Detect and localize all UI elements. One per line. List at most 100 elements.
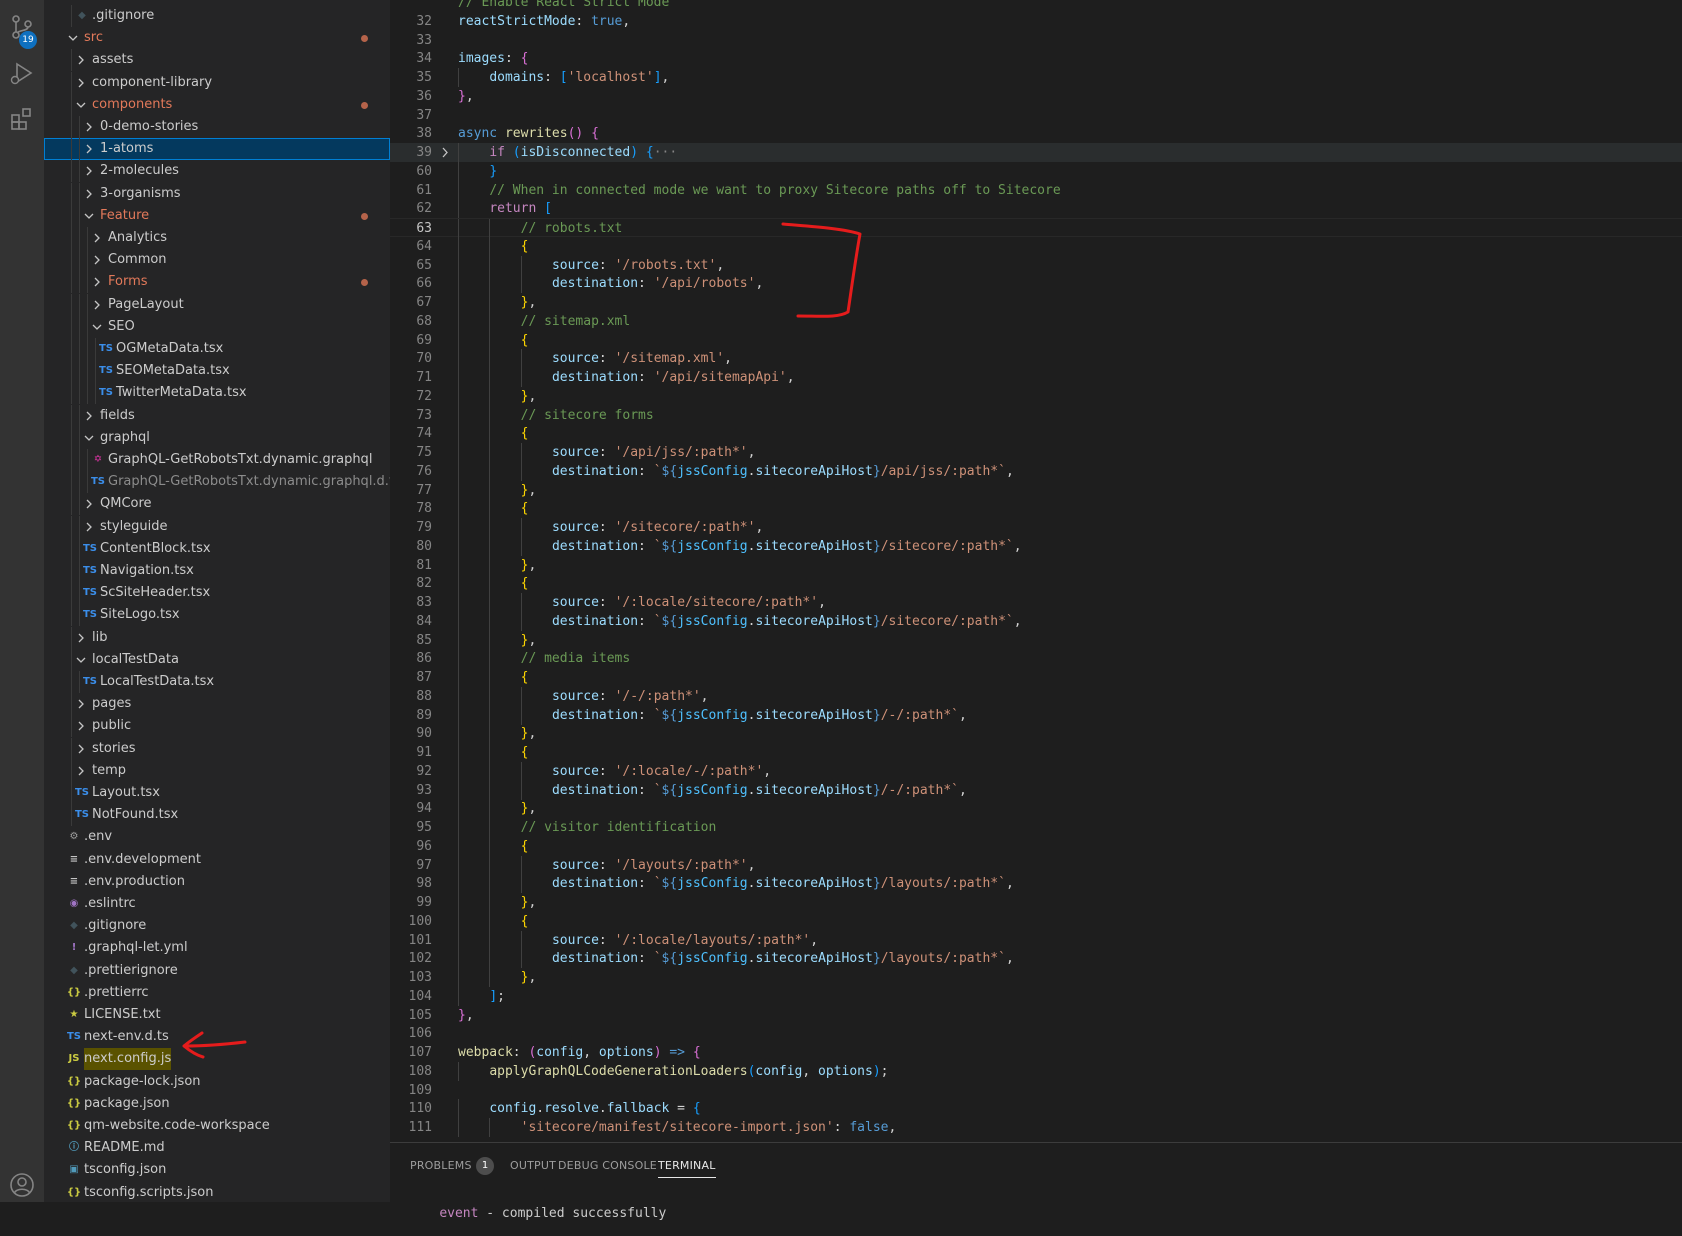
code-line[interactable]: 101 source: '/:locale/layouts/:path*',: [390, 931, 1682, 950]
code-line[interactable]: 110 config.resolve.fallback = {: [390, 1099, 1682, 1118]
tree-file-row[interactable]: ▣ tsconfig.json: [44, 1159, 390, 1181]
chevron-right-icon[interactable]: [74, 760, 88, 782]
code-line[interactable]: 99},: [390, 893, 1682, 912]
code-line[interactable]: 75 source: '/api/jss/:path*',: [390, 443, 1682, 462]
chevron-down-icon[interactable]: [66, 27, 80, 49]
chevron-right-icon[interactable]: [90, 294, 104, 316]
tree-folder-row[interactable]: src: [44, 27, 390, 49]
tree-folder-row[interactable]: component-library: [44, 72, 390, 94]
tree-folder-row[interactable]: assets: [44, 49, 390, 71]
chevron-down-icon[interactable]: [74, 94, 88, 116]
tree-file-row[interactable]: TS Layout.tsx: [44, 782, 390, 804]
tree-folder-row[interactable]: Forms: [44, 271, 390, 293]
tree-file-row[interactable]: {} .prettierrc: [44, 982, 390, 1004]
tree-file-row[interactable]: ! .graphql-let.yml: [44, 937, 390, 959]
tree-file-row[interactable]: TS Navigation.tsx: [44, 560, 390, 582]
code-line[interactable]: 81},: [390, 556, 1682, 575]
code-line[interactable]: 106: [390, 1024, 1682, 1043]
tree-folder-row[interactable]: lib: [44, 627, 390, 649]
tree-file-row[interactable]: {} package.json: [44, 1093, 390, 1115]
tree-file-row[interactable]: ⓘ README.md: [44, 1137, 390, 1159]
tree-folder-row[interactable]: PageLayout: [44, 294, 390, 316]
tree-file-row[interactable]: {} tsconfig.scripts.json: [44, 1182, 390, 1202]
code-line[interactable]: 88 source: '/-/:path*',: [390, 687, 1682, 706]
code-line[interactable]: 76 destination: `${jssConfig.sitecoreApiH…: [390, 462, 1682, 481]
tree-file-row[interactable]: ⚙ .env: [44, 826, 390, 848]
tree-file-row[interactable]: TS TwitterMetaData.tsx: [44, 382, 390, 404]
code-line[interactable]: 34 images: {: [390, 49, 1682, 68]
tree-file-row[interactable]: TS ScSiteHeader.tsx: [44, 582, 390, 604]
tree-file-row[interactable]: ≡ .env.development: [44, 849, 390, 871]
code-line[interactable]: 92 source: '/:locale/-/:path*',: [390, 762, 1682, 781]
code-editor[interactable]: // Enable React Strict Mode 32 reactStrict…: [390, 0, 1682, 1142]
extensions-icon[interactable]: [7, 104, 37, 134]
tree-folder-row[interactable]: 2-molecules: [44, 160, 390, 182]
code-line[interactable]: 38 async rewrites() {: [390, 124, 1682, 143]
code-line[interactable]: 93 destination: `${jssConfig.sitecoreApiH…: [390, 781, 1682, 800]
tree-folder-row[interactable]: 0-demo-stories: [44, 116, 390, 138]
chevron-right-icon[interactable]: [90, 249, 104, 271]
code-line[interactable]: 79 source: '/sitecore/:path*',: [390, 518, 1682, 537]
chevron-right-icon[interactable]: [74, 49, 88, 71]
chevron-down-icon[interactable]: [82, 427, 96, 449]
code-line[interactable]: 32 reactStrictMode: true,: [390, 12, 1682, 31]
code-line[interactable]: 102 destination: `${jssConfig.sitecoreApi…: [390, 949, 1682, 968]
chevron-down-icon[interactable]: [90, 316, 104, 338]
code-line[interactable]: 74 {: [390, 424, 1682, 443]
code-line[interactable]: 62 return [: [390, 199, 1682, 218]
code-line[interactable]: 67},: [390, 293, 1682, 312]
code-line[interactable]: 108 applyGraphQLCodeGenerationLoaders(con…: [390, 1062, 1682, 1081]
chevron-right-icon[interactable]: [74, 738, 88, 760]
code-line[interactable]: 107 webpack: (config, options) => {: [390, 1043, 1682, 1062]
chevron-right-icon[interactable]: [74, 715, 88, 737]
tree-file-row[interactable]: TS SiteLogo.tsx: [44, 604, 390, 626]
code-line[interactable]: 78 {: [390, 499, 1682, 518]
tree-folder-row[interactable]: fields: [44, 405, 390, 427]
code-line[interactable]: 61 // When in connected mode we want to p…: [390, 181, 1682, 200]
tree-file-row[interactable]: {} qm-website.code-workspace: [44, 1115, 390, 1137]
code-line[interactable]: 100 {: [390, 912, 1682, 931]
tree-file-row[interactable]: ◆ .gitignore: [44, 5, 390, 27]
chevron-right-icon[interactable]: [74, 72, 88, 94]
tree-folder-row[interactable]: pages: [44, 693, 390, 715]
tree-file-row[interactable]: TS next-env.d.ts: [44, 1026, 390, 1048]
code-line[interactable]: 71 destination: '/api/sitemapApi',: [390, 368, 1682, 387]
tree-folder-row[interactable]: Common: [44, 249, 390, 271]
tree-file-row[interactable]: ◆ .gitignore: [44, 915, 390, 937]
code-line[interactable]: 63 // robots.txt: [390, 218, 1682, 238]
fold-chevron-icon[interactable]: [438, 143, 452, 162]
chevron-right-icon[interactable]: [90, 227, 104, 249]
code-line[interactable]: 36},: [390, 87, 1682, 106]
code-line[interactable]: 103},: [390, 968, 1682, 987]
tree-file-row[interactable]: ≡ .env.production: [44, 871, 390, 893]
code-line[interactable]: 66 destination: '/api/robots',: [390, 274, 1682, 293]
panel-tab-problems[interactable]: PROBLEMS: [410, 1155, 472, 1177]
tree-file-row[interactable]: ✡ GraphQL-GetRobotsTxt.dynamic.graphql: [44, 449, 390, 471]
code-line[interactable]: 96 {: [390, 837, 1682, 856]
panel-tab-output[interactable]: OUTPUT: [510, 1155, 556, 1177]
tree-file-row[interactable]: ◉ .eslintrc: [44, 893, 390, 915]
code-line[interactable]: 70 source: '/sitemap.xml',: [390, 349, 1682, 368]
chevron-right-icon[interactable]: [90, 271, 104, 293]
code-line[interactable]: 33: [390, 31, 1682, 50]
code-line[interactable]: 77},: [390, 481, 1682, 500]
code-line[interactable]: 109: [390, 1081, 1682, 1100]
code-line[interactable]: 97 source: '/layouts/:path*',: [390, 856, 1682, 875]
chevron-right-icon[interactable]: [74, 627, 88, 649]
chevron-down-icon[interactable]: [74, 649, 88, 671]
chevron-right-icon[interactable]: [82, 160, 96, 182]
code-line[interactable]: 95 // visitor identification: [390, 818, 1682, 837]
code-line[interactable]: 64 {: [390, 237, 1682, 256]
tree-folder-row[interactable]: SEO: [44, 316, 390, 338]
tree-file-row[interactable]: {} package-lock.json: [44, 1071, 390, 1093]
code-line[interactable]: 91 {: [390, 743, 1682, 762]
chevron-right-icon[interactable]: [82, 405, 96, 427]
code-line[interactable]: 39 if (isDisconnected) {···: [390, 143, 1682, 162]
run-debug-icon[interactable]: [7, 58, 37, 88]
tree-folder-row[interactable]: QMCore: [44, 493, 390, 515]
chevron-right-icon[interactable]: [82, 516, 96, 538]
panel-tab-debug-console[interactable]: DEBUG CONSOLE: [558, 1155, 657, 1177]
panel-tab-terminal[interactable]: TERMINAL: [658, 1155, 716, 1178]
code-line[interactable]: 84 destination: `${jssConfig.sitecoreApiH…: [390, 612, 1682, 631]
tree-folder-row[interactable]: temp: [44, 760, 390, 782]
